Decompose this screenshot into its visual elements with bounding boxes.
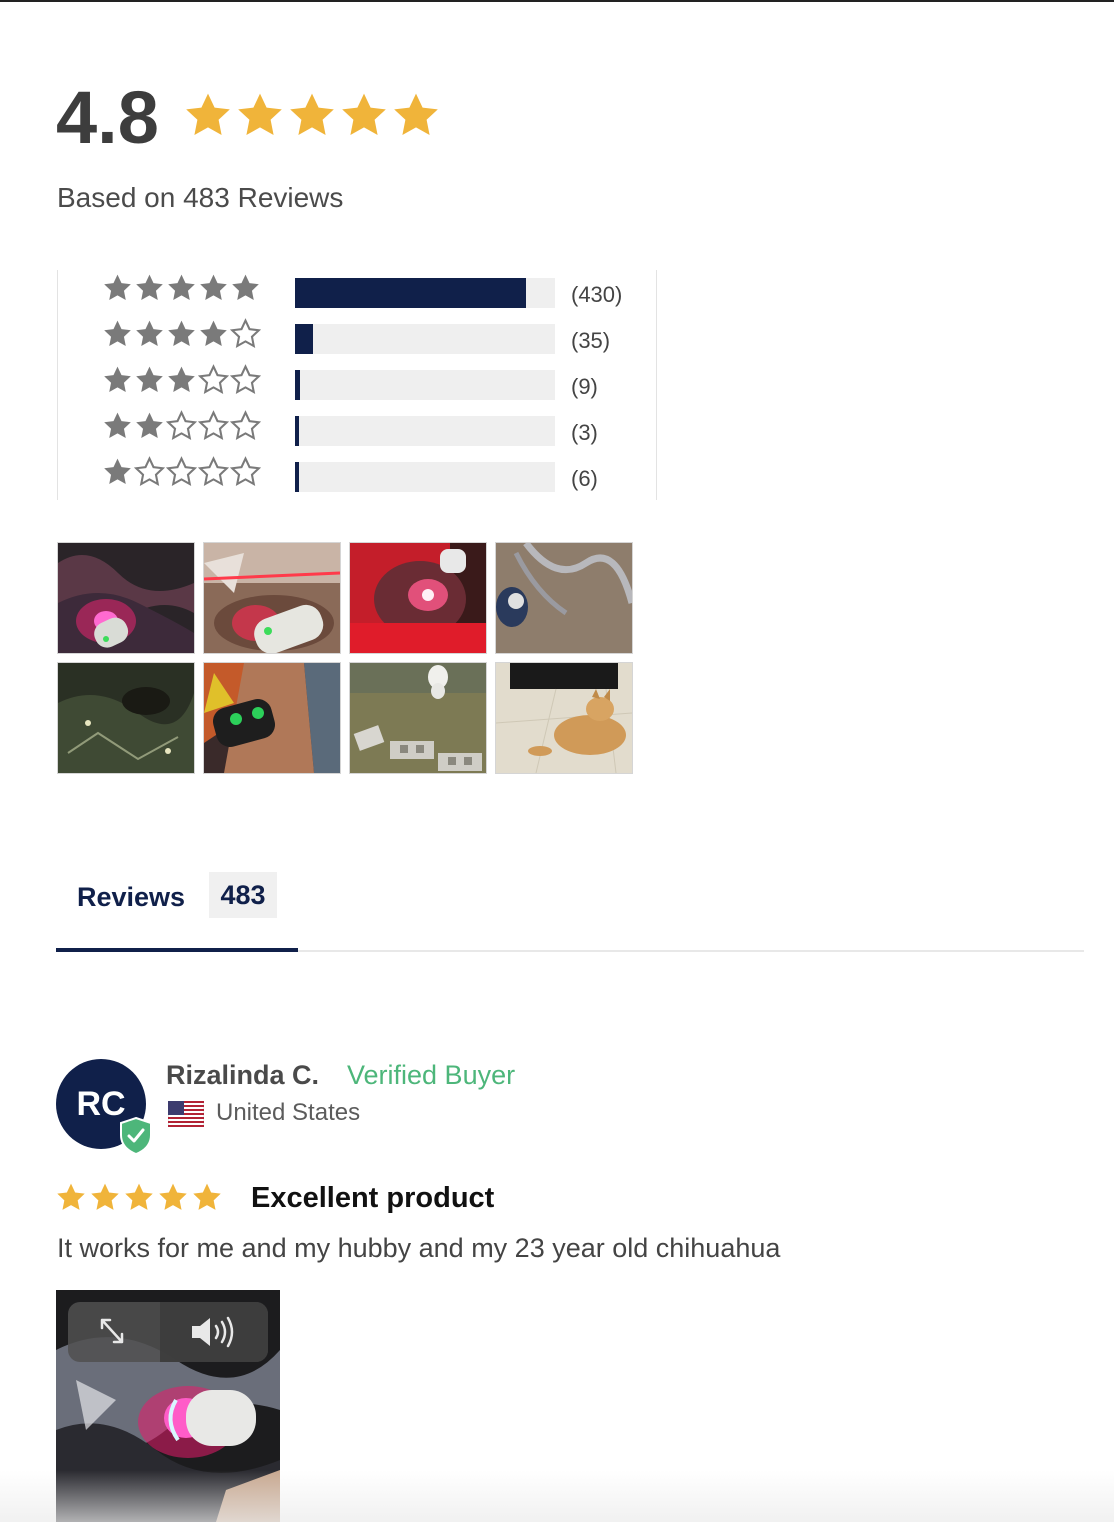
histogram-bar: [295, 278, 555, 308]
star-icon: [394, 93, 438, 135]
star-filled-icon: [200, 320, 227, 347]
histogram-bar: [295, 324, 555, 354]
volume-button[interactable]: [160, 1302, 268, 1362]
star-empty-icon: [198, 364, 229, 395]
star-filled-icon: [136, 274, 163, 301]
shield-check-icon: [120, 1117, 152, 1155]
star-filled-icon: [104, 274, 131, 301]
histogram-count: (6): [571, 466, 598, 491]
histogram-row-3[interactable]: (9): [58, 364, 656, 400]
review-body: It works for me and my hubby and my 23 y…: [57, 1233, 781, 1263]
star-filled-icon: [168, 320, 195, 347]
star-filled-icon: [200, 274, 227, 301]
histogram-row-2[interactable]: (3): [58, 410, 656, 446]
review-tabs: Reviews 483: [56, 862, 1084, 952]
histogram-stars: [102, 318, 261, 349]
rating-histogram: (430) (35) (9) (3) (6): [57, 270, 657, 500]
us-flag-icon: [168, 1101, 204, 1127]
histogram-stars: [102, 456, 261, 487]
star-filled-icon: [168, 274, 195, 301]
histogram-count: (430): [571, 282, 623, 307]
histogram-fill: [295, 278, 526, 308]
histogram-bar: [295, 416, 555, 446]
star-icon: [238, 93, 282, 135]
gallery-photo[interactable]: [495, 662, 633, 774]
gallery-photo[interactable]: [495, 542, 633, 654]
gallery-photo[interactable]: [57, 542, 195, 654]
gallery-photo[interactable]: [349, 662, 487, 774]
histogram-count: (3): [571, 420, 598, 445]
star-filled-icon: [232, 274, 259, 301]
star-filled-icon: [104, 412, 131, 439]
average-stars: [184, 92, 440, 138]
histogram-fill: [295, 416, 299, 446]
histogram-row-4[interactable]: (35): [58, 318, 656, 354]
histogram-bar: [295, 370, 555, 400]
histogram-count: (9): [571, 374, 598, 399]
histogram-stars: [102, 272, 261, 303]
star-filled-icon: [91, 1183, 119, 1210]
gallery-photo[interactable]: [203, 662, 341, 774]
video-controls: [68, 1302, 268, 1362]
tab-reviews-label: Reviews: [77, 882, 186, 912]
histogram-stars: [102, 364, 261, 395]
star-filled-icon: [57, 1183, 85, 1210]
reviewer-name: Rizalinda C.: [166, 1060, 320, 1090]
star-empty-icon: [230, 456, 261, 487]
star-empty-icon: [166, 456, 197, 487]
star-filled-icon: [168, 366, 195, 393]
star-empty-icon: [230, 364, 261, 395]
gallery-photo[interactable]: [57, 662, 195, 774]
gallery-photo[interactable]: [203, 542, 341, 654]
fullscreen-button[interactable]: [68, 1302, 160, 1362]
star-filled-icon: [136, 412, 163, 439]
star-filled-icon: [125, 1183, 153, 1210]
reviewer-country: United States: [216, 1099, 361, 1126]
star-empty-icon: [230, 318, 261, 349]
star-icon: [342, 93, 386, 135]
histogram-fill: [295, 370, 300, 400]
star-empty-icon: [198, 410, 229, 441]
star-filled-icon: [193, 1183, 221, 1210]
photo-gallery: [56, 541, 636, 775]
star-filled-icon: [136, 320, 163, 347]
star-filled-icon: [159, 1183, 187, 1210]
review-count-summary: Based on 483 Reviews: [57, 182, 344, 213]
histogram-row-1[interactable]: (6): [58, 456, 656, 492]
star-icon: [290, 93, 334, 135]
tab-reviews-count: 483: [209, 872, 277, 918]
verified-buyer-label: Verified Buyer: [347, 1060, 516, 1090]
review-video[interactable]: [56, 1290, 280, 1522]
star-empty-icon: [134, 456, 165, 487]
top-border: [0, 0, 1114, 2]
histogram-stars: [102, 410, 261, 441]
star-filled-icon: [104, 366, 131, 393]
star-empty-icon: [230, 410, 261, 441]
star-empty-icon: [198, 456, 229, 487]
histogram-fill: [295, 462, 299, 492]
tab-reviews[interactable]: Reviews 483: [56, 862, 298, 952]
star-filled-icon: [104, 458, 131, 485]
star-filled-icon: [104, 320, 131, 347]
review-title: Excellent product: [251, 1182, 495, 1214]
review-stars: [55, 1181, 223, 1213]
star-icon: [186, 93, 230, 135]
expand-icon: [100, 1318, 124, 1344]
star-filled-icon: [136, 366, 163, 393]
gallery-photo[interactable]: [349, 542, 487, 654]
histogram-bar: [295, 462, 555, 492]
histogram-count: (35): [571, 328, 611, 353]
star-empty-icon: [166, 410, 197, 441]
histogram-fill: [295, 324, 313, 354]
average-rating: 4.8: [56, 76, 159, 159]
histogram-row-5[interactable]: (430): [58, 272, 656, 308]
volume-icon: [192, 1316, 234, 1348]
